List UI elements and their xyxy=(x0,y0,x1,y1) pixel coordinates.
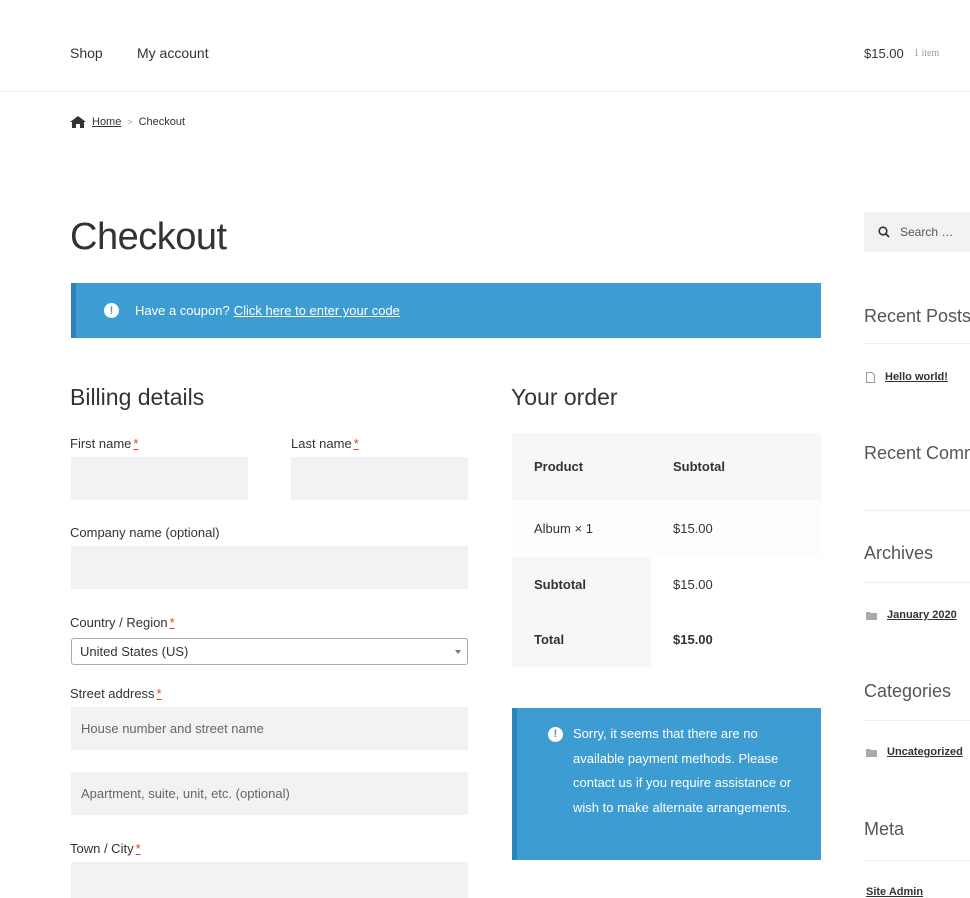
cart-count[interactable]: 1 item xyxy=(914,48,939,59)
payment-notice-text: Sorry, it seems that there are no availa… xyxy=(573,726,792,815)
divider xyxy=(864,343,970,344)
country-select[interactable]: United States (US) xyxy=(71,638,468,665)
subtotal-row: Subtotal $15.00 xyxy=(512,557,821,612)
last-name-label: Last name * xyxy=(291,436,359,451)
meta-link[interactable]: Site Admin xyxy=(866,886,923,898)
col-product: Product xyxy=(512,433,651,500)
cart-total[interactable]: $15.00 xyxy=(864,46,904,61)
divider xyxy=(864,582,970,583)
nav-shop[interactable]: Shop xyxy=(70,45,103,61)
total-value: $15.00 xyxy=(651,612,821,667)
total-row: Total $15.00 xyxy=(512,612,821,667)
divider xyxy=(864,860,970,861)
street-address-input[interactable] xyxy=(71,707,468,750)
recent-posts-title: Recent Posts xyxy=(864,306,970,326)
folder-icon xyxy=(866,748,877,757)
category-item: Uncategorized xyxy=(866,746,963,758)
city-input[interactable] xyxy=(71,862,468,898)
item-name-cell: Album × 1 xyxy=(512,500,651,557)
country-select-value: United States (US) xyxy=(80,644,189,659)
street-label: Street address * xyxy=(70,686,162,701)
coupon-text: Have a coupon? xyxy=(135,303,230,318)
city-label: Town / City * xyxy=(70,841,141,856)
billing-title: Billing details xyxy=(70,384,205,410)
order-table: Product Subtotal Album × 1 $15.00 Subtot… xyxy=(512,433,821,667)
nav-my-account[interactable]: My account xyxy=(137,45,209,61)
coupon-notice: ! Have a coupon? Click here to enter you… xyxy=(71,283,821,338)
search-input[interactable]: Search … xyxy=(864,212,970,252)
meta-title: Meta xyxy=(864,819,905,839)
info-icon: ! xyxy=(104,303,119,318)
coupon-link[interactable]: Click here to enter your code xyxy=(234,303,400,318)
order-title: Your order xyxy=(511,384,618,410)
category-link[interactable]: Uncategorized xyxy=(887,746,963,758)
breadcrumb: Home > Checkout xyxy=(70,116,185,128)
breadcrumb-separator: > xyxy=(127,117,133,127)
breadcrumb-current: Checkout xyxy=(138,116,186,128)
breadcrumb-home[interactable]: Home xyxy=(92,116,121,128)
document-icon xyxy=(866,371,875,383)
first-name-input[interactable] xyxy=(71,457,248,500)
last-name-input[interactable] xyxy=(291,457,468,500)
archives-title: Archives xyxy=(864,543,934,563)
payment-notice: ! Sorry, it seems that there are no avai… xyxy=(512,708,821,860)
divider xyxy=(864,510,970,511)
order-table-header: Product Subtotal xyxy=(512,433,821,500)
company-label: Company name (optional) xyxy=(70,525,220,540)
page-title: Checkout xyxy=(70,216,227,258)
apartment-input[interactable] xyxy=(71,772,468,815)
company-input[interactable] xyxy=(71,546,468,589)
country-label: Country / Region * xyxy=(70,615,175,630)
folder-icon xyxy=(866,611,877,620)
item-price: $15.00 xyxy=(651,500,821,557)
archive-link[interactable]: January 2020 xyxy=(887,609,957,621)
order-item-row: Album × 1 $15.00 xyxy=(512,500,821,557)
subtotal-value: $15.00 xyxy=(651,557,821,612)
info-icon: ! xyxy=(548,727,563,742)
search-placeholder: Search … xyxy=(900,225,954,239)
home-icon xyxy=(70,116,86,128)
archive-item: January 2020 xyxy=(866,609,957,621)
recent-comments-title: Recent Comm xyxy=(864,443,970,463)
site-header: Shop My account $15.00 1 item xyxy=(0,0,970,92)
total-label: Total xyxy=(512,612,651,667)
recent-post-link[interactable]: Hello world! xyxy=(885,371,948,383)
first-name-label: First name * xyxy=(70,436,139,451)
search-icon xyxy=(878,226,890,238)
meta-item: Site Admin xyxy=(866,886,923,898)
recent-post-item: Hello world! xyxy=(866,371,948,383)
dropdown-arrow-icon xyxy=(455,650,461,654)
subtotal-label: Subtotal xyxy=(512,557,651,612)
col-subtotal: Subtotal xyxy=(651,433,821,500)
categories-title: Categories xyxy=(864,681,952,701)
divider xyxy=(864,720,970,721)
